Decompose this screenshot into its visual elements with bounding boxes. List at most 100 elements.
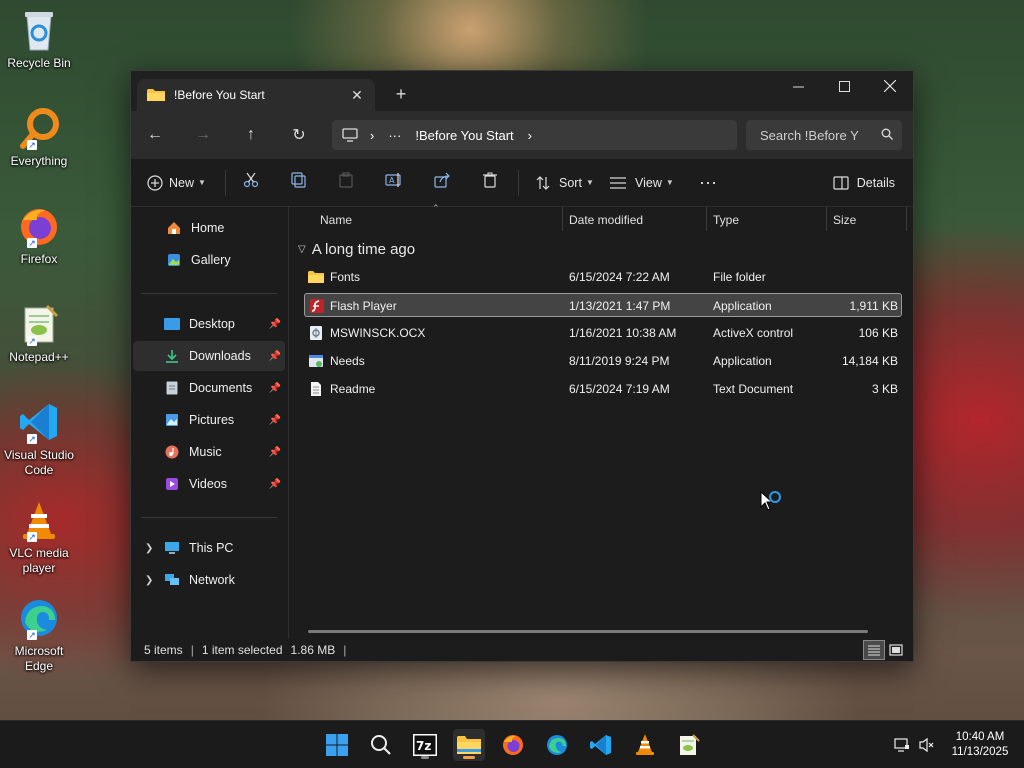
desktop-icon-label: Firefox	[20, 252, 58, 266]
cut-button[interactable]	[226, 172, 276, 193]
details-view-button[interactable]	[863, 640, 885, 660]
taskbar-search-button[interactable]	[365, 729, 397, 761]
desktop-icon-recycle-bin[interactable]: Recycle Bin	[2, 6, 76, 71]
desktop-icon-label: Microsoft Edge	[14, 644, 64, 673]
view-list-icon	[610, 176, 626, 189]
chevron-down-icon: ▽	[298, 244, 306, 255]
pin-icon[interactable]: 📌	[269, 319, 281, 330]
sort-button[interactable]: Sort ▼	[519, 175, 607, 191]
file-explorer-icon	[457, 736, 481, 754]
breadcrumb-current-folder[interactable]: !Before You Start	[415, 128, 513, 143]
column-divider[interactable]	[906, 207, 907, 231]
group-header[interactable]: ▽ A long time ago	[298, 241, 415, 258]
back-button[interactable]: ←	[131, 126, 179, 144]
column-header-size[interactable]: Size	[833, 213, 856, 227]
sidebar-item-desktop[interactable]: Desktop 📌	[133, 309, 285, 339]
taskbar-7zip[interactable]: 7z	[409, 729, 441, 761]
sidebar-item-home[interactable]: Home	[133, 213, 285, 243]
close-icon	[884, 80, 896, 92]
vlc-icon: ↗	[15, 496, 63, 544]
desktop-icon-firefox[interactable]: ↗ Firefox	[2, 202, 76, 267]
minimize-icon	[792, 86, 804, 87]
close-tab-icon[interactable]: ✕	[345, 87, 369, 104]
file-row-needs[interactable]: Needs 8/11/2019 9:24 PM Application 14,1…	[304, 349, 902, 373]
taskbar-file-explorer[interactable]	[453, 729, 485, 761]
sidebar-item-this-pc[interactable]: ❯ This PC	[133, 533, 285, 563]
breadcrumb-overflow[interactable]: ···	[388, 128, 401, 143]
chevron-right-icon[interactable]: ❯	[145, 543, 153, 554]
new-button[interactable]: New ▼	[147, 174, 225, 191]
column-header-type[interactable]: Type	[713, 213, 739, 227]
clock[interactable]: 10:40 AM 11/13/2025	[940, 730, 1020, 760]
shortcut-arrow-icon: ↗	[27, 434, 37, 444]
sidebar-item-pictures[interactable]: Pictures 📌	[133, 405, 285, 435]
sidebar-item-videos[interactable]: Videos 📌	[133, 469, 285, 499]
pin-icon[interactable]: 📌	[269, 479, 281, 490]
notepad-plus-plus-icon: ↗	[15, 300, 63, 348]
taskbar-edge[interactable]	[541, 729, 573, 761]
rename-button[interactable]: A	[370, 172, 418, 193]
maximize-icon	[838, 80, 850, 92]
view-button[interactable]: View ▼	[607, 176, 699, 190]
sidebar-item-gallery[interactable]: Gallery	[133, 245, 285, 275]
taskbar-firefox[interactable]	[497, 729, 529, 761]
share-button[interactable]	[418, 172, 466, 193]
new-tab-button[interactable]: +	[389, 84, 413, 105]
horizontal-scrollbar[interactable]	[308, 630, 868, 633]
file-date: 1/16/2021 10:38 AM	[569, 326, 677, 340]
desktop-icon-edge[interactable]: ↗ Microsoft Edge	[2, 594, 76, 674]
start-button[interactable]	[321, 729, 353, 761]
column-header-name[interactable]: Name	[320, 213, 352, 227]
desktop-icon-notepad-plus-plus[interactable]: ↗ Notepad++	[2, 300, 76, 365]
search-input[interactable]: Search !Before Y	[760, 128, 872, 143]
copy-button[interactable]	[276, 172, 322, 193]
taskbar-notepad-plus-plus[interactable]	[673, 729, 705, 761]
breadcrumb-chevron-icon[interactable]: ›	[528, 128, 532, 143]
desktop-icon-everything[interactable]: ↗ Everything	[2, 104, 76, 169]
volume-button[interactable]	[914, 737, 940, 753]
desktop-icon-label: Everything	[10, 154, 68, 168]
column-divider[interactable]	[562, 207, 563, 231]
pin-icon[interactable]: 📌	[269, 383, 281, 394]
sidebar-item-documents[interactable]: Documents 📌	[133, 373, 285, 403]
desktop-icon-label: Visual Studio Code	[4, 448, 74, 477]
details-pane-button[interactable]: Details	[833, 176, 895, 190]
ocx-file-icon	[310, 326, 322, 340]
notepad-plus-plus-icon	[680, 734, 700, 755]
column-header-date-modified[interactable]: Date modified	[569, 213, 643, 227]
column-divider[interactable]	[706, 207, 707, 231]
folder-icon	[147, 89, 165, 101]
taskbar-vlc[interactable]	[629, 729, 661, 761]
breadcrumb-chevron-icon[interactable]: ›	[370, 128, 374, 143]
file-row-mswinsck-ocx[interactable]: MSWINSCK.OCX 1/16/2021 10:38 AM ActiveX …	[304, 321, 902, 345]
pin-icon[interactable]: 📌	[269, 447, 281, 458]
paste-button[interactable]	[322, 172, 370, 193]
refresh-button[interactable]: ↻	[275, 125, 323, 145]
taskbar-vscode[interactable]	[585, 729, 617, 761]
file-row-readme[interactable]: Readme 6/15/2024 7:19 AM Text Document 3…	[304, 377, 902, 401]
sidebar-item-downloads[interactable]: Downloads 📌	[133, 341, 285, 371]
desktop-icon-vlc[interactable]: ↗ VLC media player	[2, 496, 76, 576]
column-divider[interactable]	[826, 207, 827, 231]
maximize-button[interactable]	[821, 71, 867, 101]
close-window-button[interactable]	[867, 71, 913, 101]
large-icons-view-button[interactable]	[885, 640, 907, 660]
more-options-button[interactable]: ···	[699, 172, 739, 193]
search-box[interactable]: Search !Before Y	[746, 120, 902, 150]
sidebar-item-network[interactable]: ❯ Network	[133, 565, 285, 595]
address-bar[interactable]: › ··· !Before You Start ›	[332, 120, 737, 150]
sidebar-item-music[interactable]: Music 📌	[133, 437, 285, 467]
notification-center-button[interactable]	[890, 737, 914, 753]
forward-button[interactable]: →	[179, 126, 227, 144]
up-button[interactable]: ↑	[227, 126, 275, 144]
chevron-right-icon[interactable]: ❯	[145, 575, 153, 586]
pin-icon[interactable]: 📌	[269, 415, 281, 426]
file-explorer-window: !Before You Start ✕ + ← → ↑ ↻ › ··· !Bef…	[130, 70, 914, 662]
file-row-fonts[interactable]: Fonts 6/15/2024 7:22 AM File folder	[304, 265, 902, 289]
minimize-button[interactable]	[775, 71, 821, 101]
desktop-icon-vscode[interactable]: ↗ Visual Studio Code	[2, 398, 76, 478]
file-row-flash-player[interactable]: Flash Player 1/13/2021 1:47 PM Applicati…	[304, 293, 902, 317]
pin-icon[interactable]: 📌	[269, 351, 281, 362]
tab-before-you-start[interactable]: !Before You Start ✕	[137, 79, 375, 111]
delete-button[interactable]	[466, 172, 514, 193]
